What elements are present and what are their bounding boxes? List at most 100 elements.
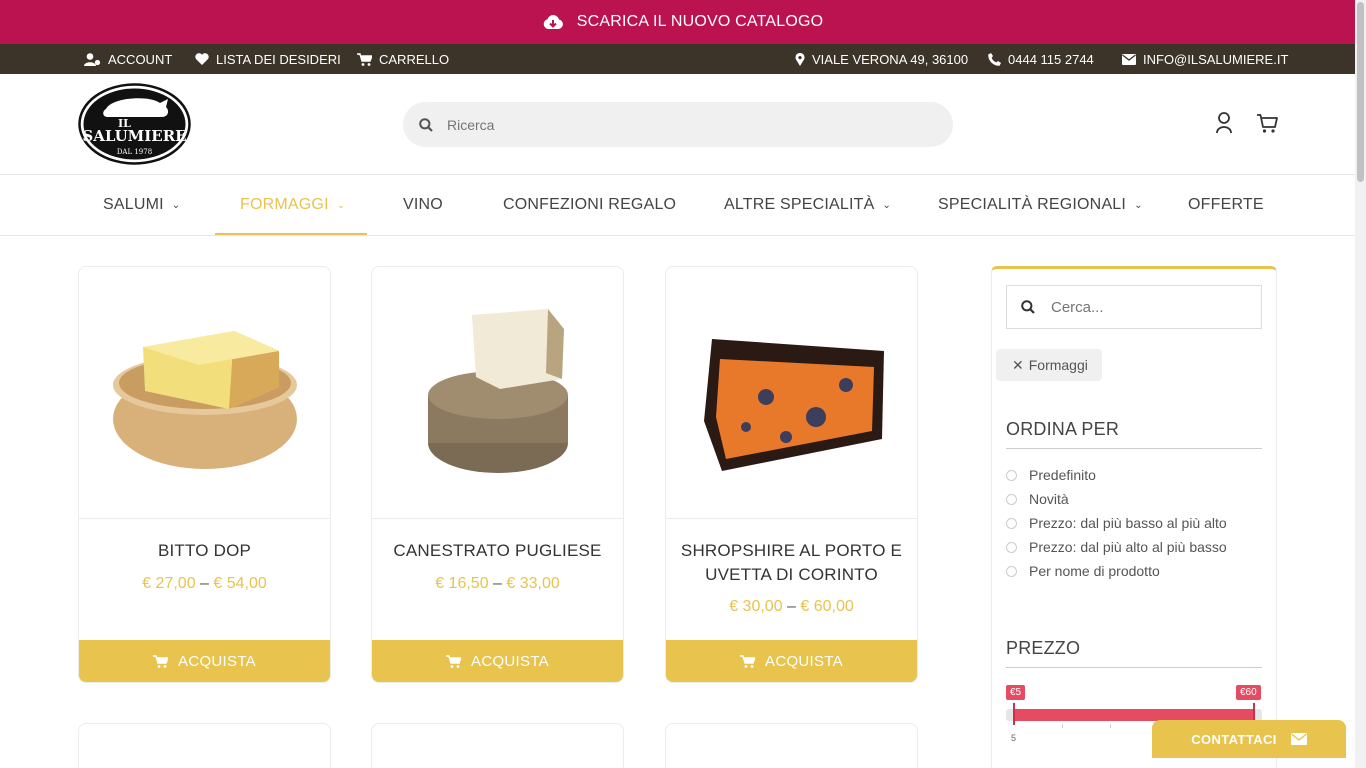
price-max-tooltip: €60 [1236, 685, 1261, 700]
email-text: INFO@ILSALUMIERE.IT [1143, 51, 1289, 67]
nav-item-specialita-regionali[interactable]: SPECIALITÀ REGIONALI ⌄ [938, 175, 1143, 235]
product-image[interactable] [79, 267, 330, 519]
sort-option-default[interactable]: Predefinito [1006, 467, 1096, 483]
sort-option-price-desc[interactable]: Prezzo: dal più alto al più basso [1006, 539, 1227, 555]
close-icon[interactable]: ✕ [1012, 357, 1024, 374]
slider-tick [1062, 724, 1063, 728]
contact-button[interactable]: CONTATTACI [1152, 720, 1346, 758]
active-filter-chip[interactable]: ✕ Formaggi [996, 349, 1102, 381]
search-icon [1021, 300, 1035, 314]
price-max: € 33,00 [506, 575, 560, 592]
cart-label: CARRELLO [379, 51, 450, 67]
product-image[interactable] [666, 267, 917, 519]
cloud-download-icon [543, 15, 563, 29]
header-search[interactable] [403, 102, 953, 147]
heart-icon [195, 53, 209, 65]
buy-label: ACQUISTA [471, 652, 549, 670]
price-min: € 27,00 [142, 575, 196, 592]
price-separator: – [493, 575, 502, 592]
product-price: € 30,00 – € 60,00 [676, 598, 907, 616]
product-card: CANESTRATO PUGLIESE € 16,50 – € 33,00 AC… [371, 266, 624, 683]
buy-label: ACQUISTA [178, 652, 256, 670]
buy-label: ACQUISTA [765, 652, 843, 670]
map-pin-icon [795, 52, 805, 66]
nav-item-label: CONFEZIONI REGALO [503, 196, 677, 213]
nav-item-label: SALUMI [103, 196, 164, 213]
catalog-banner-text: SCARICA IL NUOVO CATALOGO [576, 13, 824, 30]
nav-item-vino[interactable]: VINO [403, 175, 443, 235]
phone-link[interactable]: 0444 115 2744 [988, 44, 1094, 74]
address-text: VIALE VERONA 49, 36100 [812, 51, 969, 67]
sort-option-newest[interactable]: Novità [1006, 491, 1069, 507]
sort-option-label: Per nome di prodotto [1029, 563, 1160, 579]
cart-icon [357, 52, 372, 66]
price-min: € 30,00 [729, 598, 783, 615]
nav-item-label: OFFERTE [1188, 196, 1264, 213]
nav-item-label: VINO [403, 196, 443, 213]
sort-option-label: Novità [1029, 491, 1069, 507]
chevron-down-icon: ⌄ [171, 199, 181, 211]
chevron-down-icon: ⌄ [882, 199, 892, 211]
sidebar-search-input[interactable] [1051, 298, 1241, 316]
account-label: ACCOUNT [108, 51, 173, 67]
price-min-tooltip: €5 [1006, 685, 1026, 700]
main-navigation: SALUMI ⌄ FORMAGGI ⌄ VINO CONFEZIONI REGALO… [0, 175, 1366, 236]
radio-icon [1006, 469, 1017, 481]
buy-button[interactable]: ACQUISTA [79, 640, 330, 682]
wishlist-label: LISTA DEI DESIDERI [216, 51, 341, 67]
header-cart-icon[interactable] [1256, 112, 1278, 134]
product-card [78, 723, 331, 768]
product-title[interactable]: CANESTRATO PUGLIESE [382, 539, 613, 563]
sort-option-price-asc[interactable]: Prezzo: dal più basso al più alto [1006, 515, 1227, 531]
active-filter-label: Formaggi [1028, 357, 1088, 373]
chevron-down-icon: ⌄ [1134, 199, 1143, 211]
price-max: € 60,00 [800, 598, 854, 615]
nav-item-formaggi[interactable]: FORMAGGI ⌄ [240, 175, 345, 235]
search-input[interactable] [447, 116, 907, 133]
radio-icon [1006, 517, 1017, 529]
cart-link[interactable]: CARRELLO [357, 44, 449, 74]
account-link[interactable]: ACCOUNT [84, 44, 172, 74]
product-title[interactable]: BITTO DOP [89, 539, 320, 563]
product-image[interactable] [372, 267, 623, 519]
nav-item-label: FORMAGGI [240, 196, 329, 213]
envelope-icon [1122, 53, 1136, 65]
search-icon [419, 117, 433, 132]
nav-item-altre-specialita[interactable]: ALTRE SPECIALITÀ ⌄ [724, 175, 891, 235]
phone-text: 0444 115 2744 [1008, 51, 1094, 67]
price-separator: – [787, 598, 796, 615]
site-logo[interactable]: IL SALUMIERE DAL 1978 [78, 83, 191, 165]
sidebar-search[interactable] [1006, 285, 1262, 329]
product-price: € 27,00 – € 54,00 [89, 575, 320, 593]
price-scale-min: 5 [1011, 733, 1017, 743]
price-slider-min-handle[interactable] [1013, 703, 1015, 725]
user-icon[interactable] [1215, 112, 1233, 134]
buy-button[interactable]: ACQUISTA [666, 640, 917, 682]
cart-icon [740, 654, 756, 668]
envelope-icon [1290, 733, 1307, 745]
nav-item-salumi[interactable]: SALUMI ⌄ [103, 175, 180, 235]
buy-button[interactable]: ACQUISTA [372, 640, 623, 682]
product-card: SHROPSHIRE AL PORTO E UVETTA DI CORINTO … [665, 266, 918, 683]
scrollbar-thumb[interactable] [1357, 2, 1364, 182]
nav-item-offerte[interactable]: OFFERTE [1188, 175, 1264, 235]
chevron-down-icon: ⌄ [336, 199, 346, 211]
address-link[interactable]: VIALE VERONA 49, 36100 [795, 44, 968, 74]
product-title[interactable]: SHROPSHIRE AL PORTO E UVETTA DI CORINTO [676, 539, 907, 587]
nav-item-label: SPECIALITÀ REGIONALI [938, 196, 1127, 213]
nav-item-confezioni-regalo[interactable]: CONFEZIONI REGALO [503, 175, 676, 235]
wishlist-link[interactable]: LISTA DEI DESIDERI [195, 44, 341, 74]
slider-tick [1110, 724, 1111, 728]
cart-icon [446, 654, 462, 668]
site-header: IL SALUMIERE DAL 1978 [0, 74, 1366, 175]
cart-icon [153, 654, 169, 668]
page-scrollbar[interactable] [1355, 0, 1366, 768]
sort-option-name[interactable]: Per nome di prodotto [1006, 563, 1160, 579]
email-link[interactable]: INFO@ILSALUMIERE.IT [1122, 44, 1288, 74]
filter-sidebar: ✕ Formaggi ORDINA PER Predefinito Novità… [991, 266, 1277, 768]
logo-text-year: DAL 1978 [117, 148, 152, 156]
sort-heading: ORDINA PER [1006, 419, 1262, 449]
catalog-banner[interactable]: SCARICA IL NUOVO CATALOGO [0, 0, 1366, 44]
contact-label: CONTATTACI [1191, 731, 1277, 747]
radio-icon [1006, 565, 1017, 577]
